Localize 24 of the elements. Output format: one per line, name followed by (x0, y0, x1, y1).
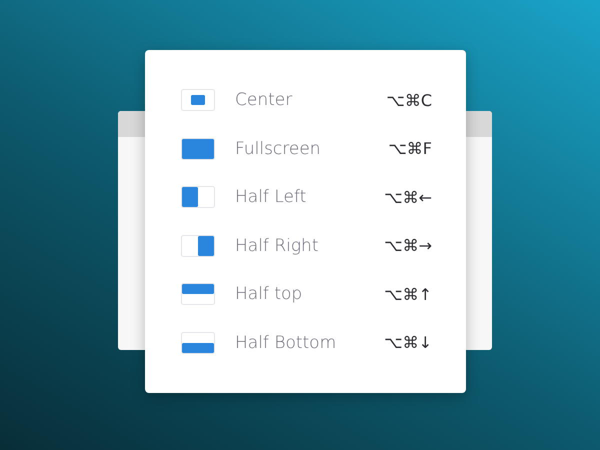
menu-item[interactable]: Center ⌥⌘C (181, 76, 432, 124)
menu-item-label: Half Bottom (235, 332, 338, 353)
menu-item[interactable]: Fullscreen ⌥⌘F (181, 124, 432, 173)
menu-item-label: Fullscreen (235, 138, 322, 159)
window-layout-icon (181, 89, 215, 112)
menu-item[interactable]: Half Right ⌥⌘→ (181, 222, 432, 270)
window-layout-icon (181, 138, 215, 160)
keyboard-shortcut: ⌥⌘C (386, 90, 432, 110)
menu-item-label: Half Left (235, 187, 308, 208)
window-layout-icon (181, 332, 215, 354)
window-layout-icon (181, 283, 215, 306)
window-layout-icon (181, 234, 215, 257)
menu-item[interactable]: Half Bottom ⌥⌘↓ (181, 318, 432, 367)
menu-item[interactable]: Half top ⌥⌘↑ (181, 270, 432, 318)
menu-item-label: Half Right (235, 236, 320, 256)
window-layout-icon (181, 186, 215, 208)
keyboard-shortcut: ⌥⌘↓ (384, 333, 432, 352)
menu-item-label: Center (235, 90, 294, 110)
keyboard-shortcut: ⌥⌘↑ (384, 284, 432, 304)
menu-item[interactable]: Half Left ⌥⌘← (181, 173, 432, 222)
menu-item-label: Half top (235, 284, 304, 304)
keyboard-shortcut: ⌥⌘F (388, 139, 432, 158)
keyboard-shortcut: ⌥⌘→ (384, 236, 432, 256)
keyboard-shortcut: ⌥⌘← (384, 188, 432, 207)
